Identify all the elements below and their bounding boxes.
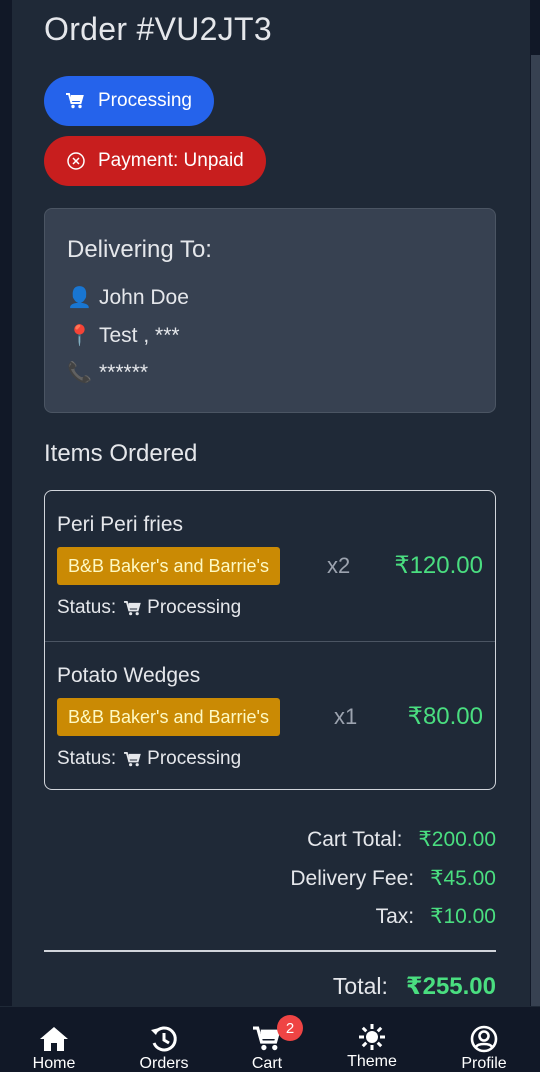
item-status-value: Processing — [147, 748, 242, 769]
item-status: Status: Processing — [57, 597, 241, 619]
delivery-fee-row: Delivery Fee: ₹45.00 — [290, 866, 496, 891]
cart-count-badge: 2 — [277, 1015, 303, 1041]
grand-total-row: Total: ₹255.00 — [333, 972, 496, 1001]
profile-icon — [470, 1025, 498, 1053]
delivery-heading: Delivering To: — [67, 236, 212, 263]
nav-profile[interactable]: Profile — [439, 1007, 529, 1072]
tax-label: Tax: — [375, 905, 415, 928]
delivery-address-row: 📍 Test , *** — [67, 323, 180, 348]
nav-home[interactable]: Home — [9, 1007, 99, 1072]
person-icon: 👤 — [67, 287, 92, 309]
delivery-card: Delivering To: 👤 John Doe 📍 Test , *** 📞… — [44, 208, 496, 413]
item-name: Potato Wedges — [57, 664, 201, 687]
cart-icon — [124, 751, 141, 767]
payment-status-label: Payment: Unpaid — [98, 150, 244, 171]
nav-theme[interactable]: Theme — [327, 1007, 417, 1072]
phone-icon: 📞 — [67, 362, 92, 384]
cart-total-value: ₹200.00 — [418, 828, 496, 851]
item-price: ₹120.00 — [394, 552, 483, 579]
nav-cart-label: Cart — [251, 1055, 283, 1072]
delivery-phone-row: 📞 ****** — [67, 360, 148, 385]
item-status-label: Status: — [57, 748, 117, 769]
item-status-label: Status: — [57, 597, 117, 618]
payment-status-badge: Payment: Unpaid — [44, 136, 266, 186]
items-heading: Items Ordered — [44, 440, 198, 467]
item-quantity: x2 — [327, 553, 351, 578]
item-quantity: x1 — [334, 704, 358, 729]
history-icon — [149, 1025, 179, 1053]
item-name: Peri Peri fries — [57, 513, 184, 536]
delivery-phone: ****** — [99, 360, 149, 384]
cart-icon — [124, 600, 141, 616]
nav-cart[interactable]: 2 Cart — [222, 1007, 312, 1072]
tax-row: Tax: ₹10.00 — [376, 904, 496, 929]
nav-orders-label: Orders — [139, 1055, 189, 1072]
items-list: Peri Peri fries B&B Baker's and Barrie's… — [44, 490, 496, 790]
delivery-name-row: 👤 John Doe — [67, 285, 189, 310]
nav-theme-label: Theme — [347, 1053, 397, 1070]
vendor-tag: B&B Baker's and Barrie's — [57, 547, 280, 585]
order-status-label: Processing — [98, 90, 192, 111]
bottom-nav: Home Orders 2 Cart Theme Profile — [0, 1006, 540, 1072]
tax-value: ₹10.00 — [430, 905, 496, 928]
sun-icon — [357, 1023, 387, 1051]
nav-home-label: Home — [32, 1055, 76, 1072]
nav-profile-label: Profile — [461, 1055, 507, 1072]
pin-icon: 📍 — [67, 325, 92, 347]
nav-orders[interactable]: Orders — [119, 1007, 209, 1072]
vendor-tag: B&B Baker's and Barrie's — [57, 698, 280, 736]
x-circle-icon — [66, 151, 88, 171]
grand-total-label: Total: — [332, 973, 388, 999]
delivery-name: John Doe — [99, 285, 189, 309]
grand-total-value: ₹255.00 — [405, 973, 496, 1000]
page-title: Order #VU2JT3 — [44, 11, 272, 47]
item-status-value: Processing — [147, 597, 242, 618]
item-price: ₹80.00 — [407, 703, 483, 730]
item-status: Status: Processing — [57, 748, 241, 770]
cart-icon — [66, 93, 88, 109]
scrollbar[interactable] — [531, 55, 540, 1006]
delivery-fee-label: Delivery Fee: — [290, 867, 415, 890]
divider — [44, 950, 496, 952]
delivery-address: Test , *** — [99, 323, 180, 347]
delivery-fee-value: ₹45.00 — [430, 867, 496, 890]
list-item: Potato Wedges B&B Baker's and Barrie's x… — [45, 641, 495, 789]
cart-total-row: Cart Total: ₹200.00 — [307, 827, 496, 852]
order-status-badge: Processing — [44, 76, 214, 126]
cart-total-label: Cart Total: — [307, 828, 403, 851]
home-icon — [38, 1025, 70, 1053]
list-item: Peri Peri fries B&B Baker's and Barrie's… — [45, 491, 495, 641]
